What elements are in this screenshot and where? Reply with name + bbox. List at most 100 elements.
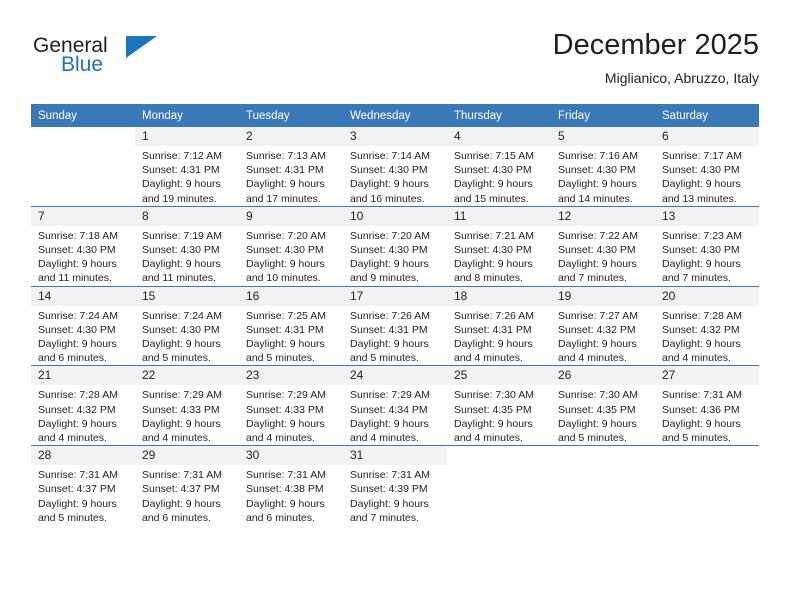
daylight-text-line2: and 5 minutes. (38, 511, 107, 524)
day-details: Sunrise: 7:29 AM Sunset: 4:33 PM Daylight:… (135, 385, 239, 445)
calendar-body: 1 Sunrise: 7:12 AM Sunset: 4:31 PM Daylight… (31, 127, 759, 526)
calendar-day-cell[interactable]: 6 Sunrise: 7:17 AM Sunset: 4:30 PM Daylight… (655, 127, 759, 206)
calendar-day-cell[interactable]: 9 Sunrise: 7:20 AM Sunset: 4:30 PM Daylight… (239, 205, 343, 287)
calendar-day-cell[interactable]: 21 Sunrise: 7:28 AM Sunset: 4:32 PM Dayligh… (31, 365, 135, 446)
sunset-text: Sunset: 4:38 PM (246, 483, 324, 496)
calendar-day-cell[interactable]: 28 Sunrise: 7:31 AM Sunset: 4:37 PM Dayligh… (31, 445, 135, 526)
calendar-day-cell[interactable]: 1 Sunrise: 7:12 AM Sunset: 4:31 PM Daylight… (135, 127, 239, 206)
calendar-day-cell[interactable]: 17 Sunrise: 7:26 AM Sunset: 4:31 PM Dayligh… (343, 285, 447, 366)
day-number: 26 (551, 366, 655, 386)
day-number: 3 (343, 127, 447, 146)
brand-name-bottom: Blue (61, 53, 104, 76)
calendar-day-cell[interactable]: 8 Sunrise: 7:19 AM Sunset: 4:30 PM Daylight… (135, 205, 239, 287)
calendar-day-cell[interactable]: 26 Sunrise: 7:30 AM Sunset: 4:35 PM Dayligh… (551, 365, 655, 446)
day-details: Sunrise: 7:24 AM Sunset: 4:30 PM Daylight:… (135, 306, 239, 366)
daylight-text-line2: and 6 minutes. (142, 511, 211, 524)
daylight-text-line1: Daylight: 9 hours (38, 497, 117, 510)
daylight-text-line2: and 6 minutes. (246, 511, 315, 524)
calendar-day-cell[interactable]: 11 Sunrise: 7:21 AM Sunset: 4:30 PM Dayligh… (447, 205, 551, 287)
daylight-text-line1: Daylight: 9 hours (246, 178, 325, 191)
calendar-day-cell[interactable]: 23 Sunrise: 7:29 AM Sunset: 4:33 PM Dayligh… (239, 365, 343, 446)
calendar-week-row: 7 Sunrise: 7:18 AM Sunset: 4:30 PM Daylight… (31, 205, 759, 287)
day-number: 17 (343, 286, 447, 306)
calendar-day-cell[interactable]: 15 Sunrise: 7:24 AM Sunset: 4:30 PM Dayligh… (135, 285, 239, 366)
daylight-text-line1: Daylight: 9 hours (454, 417, 533, 430)
calendar-day-cell[interactable]: 29 Sunrise: 7:31 AM Sunset: 4:37 PM Dayligh… (135, 445, 239, 526)
sunset-text: Sunset: 4:32 PM (662, 323, 740, 336)
page-title: December 2025 (552, 29, 759, 61)
sunrise-text: Sunrise: 7:15 AM (454, 150, 534, 162)
day-details: Sunrise: 7:26 AM Sunset: 4:31 PM Daylight:… (343, 306, 447, 366)
title-block: December 2025 Miglianico, Abruzzo, Italy (553, 28, 759, 88)
calendar-week-row: 28 Sunrise: 7:31 AM Sunset: 4:37 PM Dayligh… (31, 445, 759, 526)
sunset-text: Sunset: 4:30 PM (454, 244, 532, 257)
calendar-day-cell[interactable]: 12 Sunrise: 7:22 AM Sunset: 4:30 PM Dayligh… (551, 205, 655, 287)
day-details: Sunrise: 7:22 AM Sunset: 4:30 PM Daylight:… (551, 226, 655, 286)
daylight-text-line2: and 19 minutes. (142, 192, 217, 205)
day-number: 4 (447, 127, 551, 146)
daylight-text-line1: Daylight: 9 hours (350, 338, 429, 351)
weekday-header-thursday: Thursday (447, 104, 551, 127)
daylight-text-line1: Daylight: 9 hours (246, 258, 325, 271)
sunset-text: Sunset: 4:30 PM (558, 164, 636, 177)
sunset-text: Sunset: 4:32 PM (558, 323, 636, 336)
sunrise-text: Sunrise: 7:26 AM (350, 309, 430, 322)
daylight-text-line1: Daylight: 9 hours (246, 497, 325, 510)
daylight-text-line1: Daylight: 9 hours (558, 417, 637, 430)
sunrise-text: Sunrise: 7:16 AM (558, 150, 638, 162)
calendar-cell-empty (551, 445, 655, 526)
day-details: Sunrise: 7:30 AM Sunset: 4:35 PM Daylight:… (447, 385, 551, 445)
sunset-text: Sunset: 4:30 PM (142, 323, 220, 336)
sunset-text: Sunset: 4:36 PM (662, 403, 740, 416)
day-details (31, 146, 135, 149)
daylight-text-line2: and 5 minutes. (558, 432, 627, 445)
daylight-text-line1: Daylight: 9 hours (662, 417, 741, 430)
calendar-day-cell[interactable]: 22 Sunrise: 7:29 AM Sunset: 4:33 PM Dayligh… (135, 365, 239, 446)
sunset-text: Sunset: 4:30 PM (662, 244, 740, 257)
calendar-day-cell[interactable]: 14 Sunrise: 7:24 AM Sunset: 4:30 PM Dayligh… (31, 285, 135, 366)
calendar-day-cell[interactable]: 7 Sunrise: 7:18 AM Sunset: 4:30 PM Daylight… (31, 205, 135, 287)
calendar-day-cell[interactable]: 5 Sunrise: 7:16 AM Sunset: 4:30 PM Daylight… (551, 127, 655, 206)
calendar-day-cell[interactable]: 16 Sunrise: 7:25 AM Sunset: 4:31 PM Dayligh… (239, 285, 343, 366)
calendar-cell-empty (655, 445, 759, 526)
calendar-day-cell[interactable]: 24 Sunrise: 7:29 AM Sunset: 4:34 PM Dayligh… (343, 365, 447, 446)
day-number: 27 (655, 366, 759, 386)
calendar-day-cell[interactable]: 13 Sunrise: 7:23 AM Sunset: 4:30 PM Dayligh… (655, 205, 759, 287)
day-details: Sunrise: 7:28 AM Sunset: 4:32 PM Daylight:… (655, 306, 759, 366)
daylight-text-line1: Daylight: 9 hours (142, 178, 221, 191)
day-number: 7 (31, 206, 135, 226)
day-details: Sunrise: 7:18 AM Sunset: 4:30 PM Daylight:… (31, 226, 135, 286)
sunrise-text: Sunrise: 7:23 AM (662, 229, 742, 242)
calendar-day-cell[interactable]: 27 Sunrise: 7:31 AM Sunset: 4:36 PM Dayligh… (655, 365, 759, 446)
calendar-day-cell[interactable]: 25 Sunrise: 7:30 AM Sunset: 4:35 PM Dayligh… (447, 365, 551, 446)
calendar-day-cell[interactable]: 30 Sunrise: 7:31 AM Sunset: 4:38 PM Dayligh… (239, 445, 343, 526)
sunrise-text: Sunrise: 7:19 AM (142, 229, 222, 242)
sunrise-text: Sunrise: 7:31 AM (38, 469, 118, 482)
calendar-day-cell[interactable]: 19 Sunrise: 7:27 AM Sunset: 4:32 PM Dayligh… (551, 285, 655, 366)
calendar-day-cell[interactable]: 20 Sunrise: 7:28 AM Sunset: 4:32 PM Dayligh… (655, 285, 759, 366)
daylight-text-line2: and 5 minutes. (246, 352, 315, 365)
daylight-text-line2: and 4 minutes. (246, 432, 315, 445)
brand-logo[interactable]: General Blue (31, 34, 221, 92)
calendar-day-cell[interactable]: 18 Sunrise: 7:26 AM Sunset: 4:31 PM Dayligh… (447, 285, 551, 366)
calendar-day-cell[interactable]: 2 Sunrise: 7:13 AM Sunset: 4:31 PM Daylight… (239, 127, 343, 206)
daylight-text-line2: and 15 minutes. (454, 192, 529, 205)
sunset-text: Sunset: 4:33 PM (246, 403, 324, 416)
day-number: 18 (447, 286, 551, 306)
day-details: Sunrise: 7:26 AM Sunset: 4:31 PM Daylight:… (447, 306, 551, 366)
calendar-day-cell[interactable]: 31 Sunrise: 7:31 AM Sunset: 4:39 PM Dayligh… (343, 445, 447, 526)
weekday-header-friday: Friday (551, 104, 655, 127)
day-details (655, 465, 759, 468)
calendar-day-cell[interactable]: 4 Sunrise: 7:15 AM Sunset: 4:30 PM Daylight… (447, 127, 551, 206)
sunrise-text: Sunrise: 7:27 AM (558, 309, 638, 322)
daylight-text-line2: and 4 minutes. (38, 432, 107, 445)
calendar-day-cell[interactable]: 3 Sunrise: 7:14 AM Sunset: 4:30 PM Daylight… (343, 127, 447, 206)
day-number: 16 (239, 286, 343, 306)
day-number: 15 (135, 286, 239, 306)
weekday-header-saturday: Saturday (655, 104, 759, 127)
daylight-text-line2: and 11 minutes. (38, 272, 112, 285)
sunset-text: Sunset: 4:33 PM (142, 403, 220, 416)
calendar-week-row: 1 Sunrise: 7:12 AM Sunset: 4:31 PM Daylight… (31, 127, 759, 206)
day-number: 2 (239, 127, 343, 146)
calendar-day-cell[interactable]: 10 Sunrise: 7:20 AM Sunset: 4:30 PM Dayligh… (343, 205, 447, 287)
